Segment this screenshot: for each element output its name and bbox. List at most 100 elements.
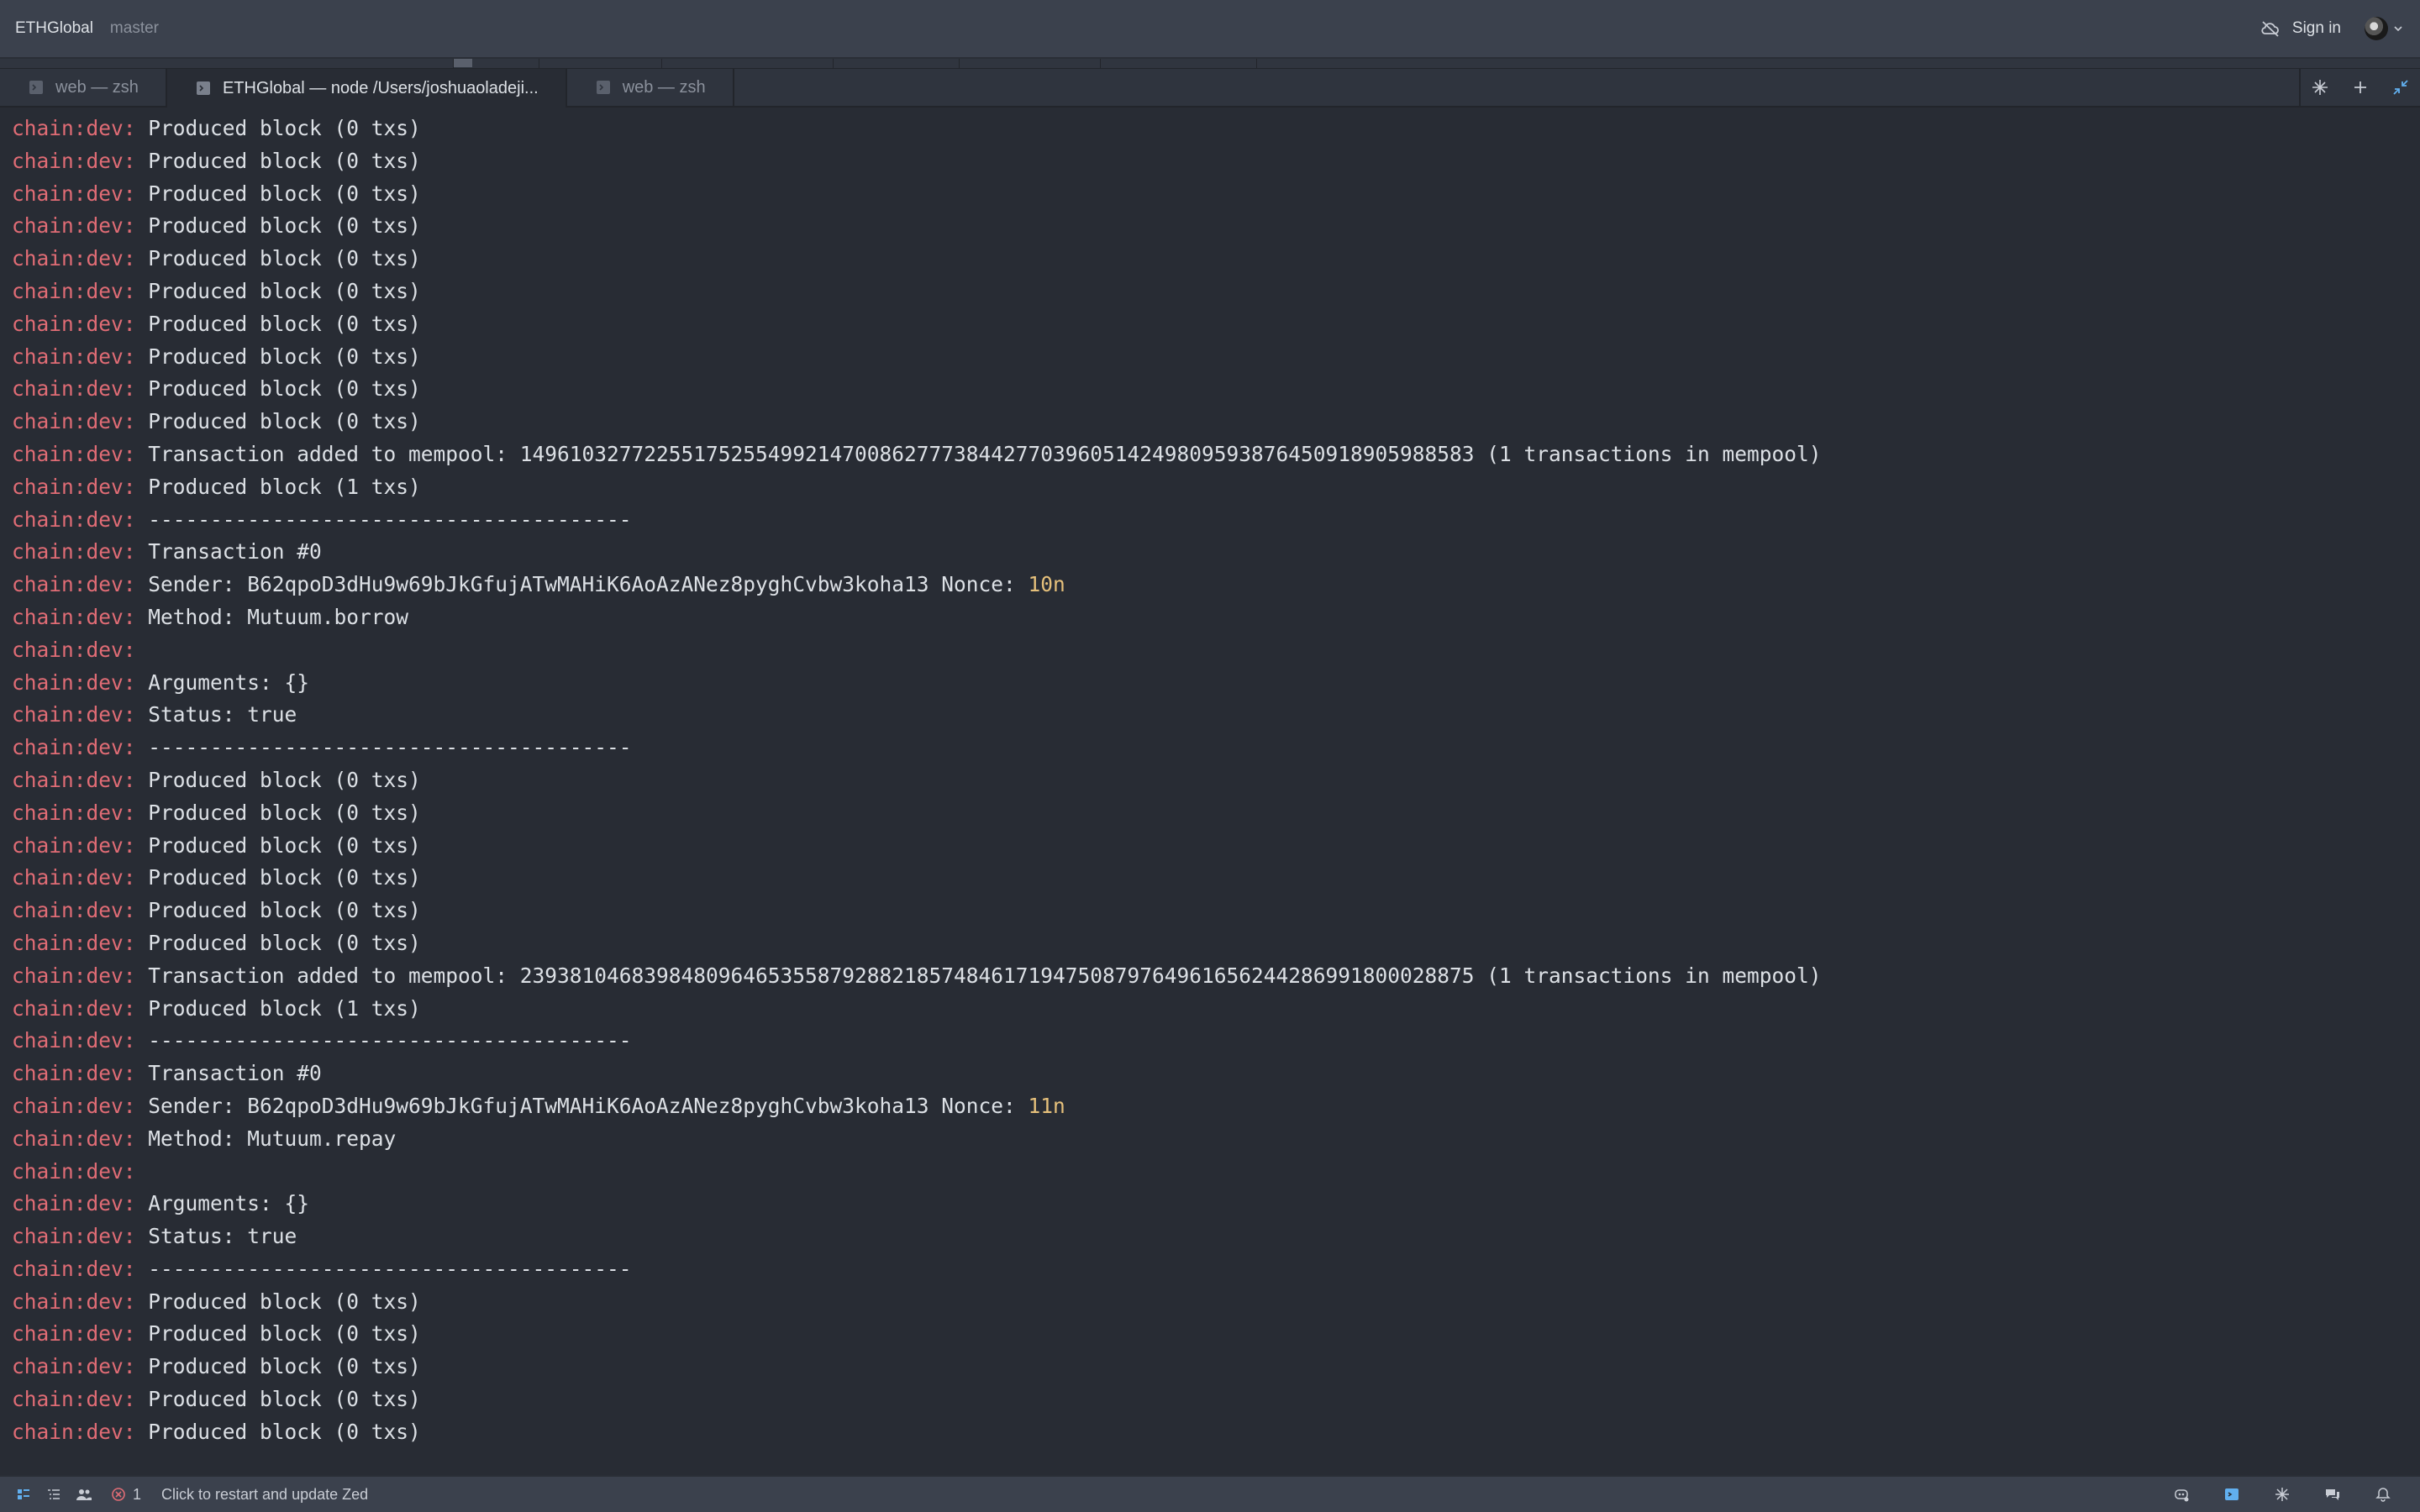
log-prefix: chain:dev:: [12, 376, 136, 402]
log-prefix: chain:dev:: [12, 995, 136, 1021]
log-text: Produced block (0 txs): [135, 800, 421, 825]
diagnostics-indicator[interactable]: 1: [111, 1486, 141, 1504]
log-text: Produced block (0 txs): [135, 1387, 421, 1412]
project-name[interactable]: ETHGlobal: [15, 19, 93, 38]
nonce-value: 10n: [1028, 572, 1065, 597]
terminal-tab-bar: web — zsh ETHGlobal — node /Users/joshua…: [0, 69, 2420, 108]
log-prefix: chain:dev:: [12, 181, 136, 206]
tab-web-zsh-2[interactable]: web — zsh: [567, 69, 734, 106]
terminal-line: chain:dev: Status: true: [12, 1221, 2420, 1253]
log-prefix: chain:dev:: [12, 507, 136, 532]
terminal-icon: [196, 81, 210, 95]
copilot-icon[interactable]: [2173, 1486, 2190, 1503]
terminal-line: chain:dev: Produced block (0 txs): [12, 1383, 2420, 1416]
log-prefix: chain:dev:: [12, 1126, 136, 1151]
terminal-line: chain:dev: Transaction #0: [12, 1058, 2420, 1090]
restart-update-button[interactable]: Click to restart and update Zed: [161, 1486, 368, 1504]
terminal-line: chain:dev: Produced block (1 txs): [12, 993, 2420, 1026]
log-prefix: chain:dev:: [12, 1093, 136, 1118]
terminal-line: chain:dev: Produced block (0 txs): [12, 113, 2420, 145]
avatar[interactable]: [2365, 17, 2388, 40]
terminal-line: chain:dev: Produced block (0 txs): [12, 341, 2420, 374]
log-prefix: chain:dev:: [12, 865, 136, 890]
chat-icon[interactable]: [2324, 1486, 2341, 1503]
log-text: Transaction added to mempool: 2393810468…: [135, 963, 1822, 988]
log-text: Produced block (0 txs): [135, 1419, 421, 1444]
log-prefix: chain:dev:: [12, 246, 136, 271]
tab-tools: [2299, 69, 2420, 106]
log-prefix: chain:dev:: [12, 572, 136, 597]
log-text: Transaction #0: [135, 539, 322, 564]
log-text: ---------------------------------------: [135, 1028, 632, 1053]
terminal-line: chain:dev: Arguments: {}: [12, 1188, 2420, 1221]
tab-web-zsh-1[interactable]: web — zsh: [0, 69, 167, 106]
log-text: Produced block (0 txs): [135, 181, 421, 206]
terminal-panel-icon[interactable]: [2223, 1486, 2240, 1503]
terminal-line: chain:dev: Transaction added to mempool:…: [12, 438, 2420, 471]
log-text: Produced block (0 txs): [135, 865, 421, 890]
sparkle-icon[interactable]: [2311, 78, 2329, 97]
terminal-line: chain:dev: Produced block (0 txs): [12, 927, 2420, 960]
nonce-value: 11n: [1028, 1093, 1065, 1118]
titlebar-right: Sign in: [2260, 17, 2405, 40]
terminal-line: chain:dev: Produced block (0 txs): [12, 764, 2420, 797]
log-text: Status: true: [135, 702, 297, 727]
log-text: Produced block (0 txs): [135, 409, 421, 434]
assistant-icon[interactable]: [2274, 1486, 2291, 1503]
cloud-off-icon[interactable]: [2260, 20, 2281, 37]
log-prefix: chain:dev:: [12, 1256, 136, 1281]
log-text: Produced block (0 txs): [135, 344, 421, 369]
log-prefix: chain:dev:: [12, 116, 136, 140]
title-bar: ETHGlobal master Sign in: [0, 0, 2420, 59]
error-count: 1: [133, 1485, 142, 1503]
log-text: Transaction added to mempool: 1496103277…: [135, 441, 1822, 466]
tab-label: web — zsh: [55, 77, 139, 97]
terminal-line: chain:dev:: [12, 1156, 2420, 1189]
log-text: ---------------------------------------: [135, 1256, 632, 1281]
tab-ethglobal-node[interactable]: ETHGlobal — node /Users/joshuaoladeji...: [166, 69, 567, 108]
log-text: Status: true: [135, 1224, 297, 1249]
terminal-line: chain:dev: Produced block (0 txs): [12, 243, 2420, 276]
log-text: Produced block (0 txs): [135, 767, 421, 792]
terminal-line: chain:dev: Produced block (0 txs): [12, 1286, 2420, 1319]
log-prefix: chain:dev:: [12, 278, 136, 303]
log-prefix: chain:dev:: [12, 930, 136, 955]
terminal-icon: [596, 81, 610, 94]
log-text: Produced block (0 txs): [135, 148, 421, 173]
chevron-down-icon[interactable]: [2391, 22, 2405, 35]
collab-icon[interactable]: [76, 1486, 92, 1503]
terminal-line: chain:dev: Produced block (0 txs): [12, 276, 2420, 308]
terminal-output[interactable]: chain:dev: Produced block (0 txs) chain:d…: [0, 108, 2420, 1475]
project-panel-icon[interactable]: [15, 1486, 32, 1503]
sign-in-button[interactable]: Sign in: [2292, 19, 2341, 38]
terminal-line: chain:dev: -----------------------------…: [12, 504, 2420, 537]
log-text: Method: Mutuum.repay: [135, 1126, 397, 1151]
log-prefix: chain:dev:: [12, 311, 136, 336]
log-text: Sender: B62qpoD3dHu9w69bJkGfujATwMAHiK6A…: [135, 1093, 1028, 1118]
terminal-line: chain:dev: Transaction #0: [12, 536, 2420, 569]
terminal-line: chain:dev: Status: true: [12, 699, 2420, 732]
log-text: Produced block (1 txs): [135, 474, 421, 499]
log-prefix: chain:dev:: [12, 1191, 136, 1216]
log-prefix: chain:dev:: [12, 1387, 136, 1412]
plus-icon[interactable]: [2351, 78, 2370, 97]
log-prefix: chain:dev:: [12, 963, 136, 988]
terminal-line: chain:dev: Sender: B62qpoD3dHu9w69bJkGfu…: [12, 1090, 2420, 1123]
terminal-line: chain:dev: -----------------------------…: [12, 732, 2420, 764]
bell-icon[interactable]: [2375, 1486, 2391, 1503]
tab-label: web — zsh: [622, 77, 706, 97]
terminal-line: chain:dev: Produced block (0 txs): [12, 373, 2420, 406]
log-text: ---------------------------------------: [135, 735, 632, 760]
terminal-line: chain:dev: Produced block (0 txs): [12, 862, 2420, 895]
log-text: Produced block (0 txs): [135, 898, 421, 923]
outline-icon[interactable]: [45, 1486, 62, 1503]
terminal-line: chain:dev: Produced block (0 txs): [12, 145, 2420, 178]
branch-name[interactable]: master: [110, 19, 159, 38]
minimize-icon[interactable]: [2391, 78, 2410, 97]
terminal-line: chain:dev: Produced block (0 txs): [12, 308, 2420, 341]
log-text: Arguments: {}: [135, 669, 310, 695]
log-text: Produced block (0 txs): [135, 116, 421, 140]
log-prefix: chain:dev:: [12, 213, 136, 239]
log-prefix: chain:dev:: [12, 637, 136, 662]
scroll-thumb[interactable]: [454, 59, 472, 67]
